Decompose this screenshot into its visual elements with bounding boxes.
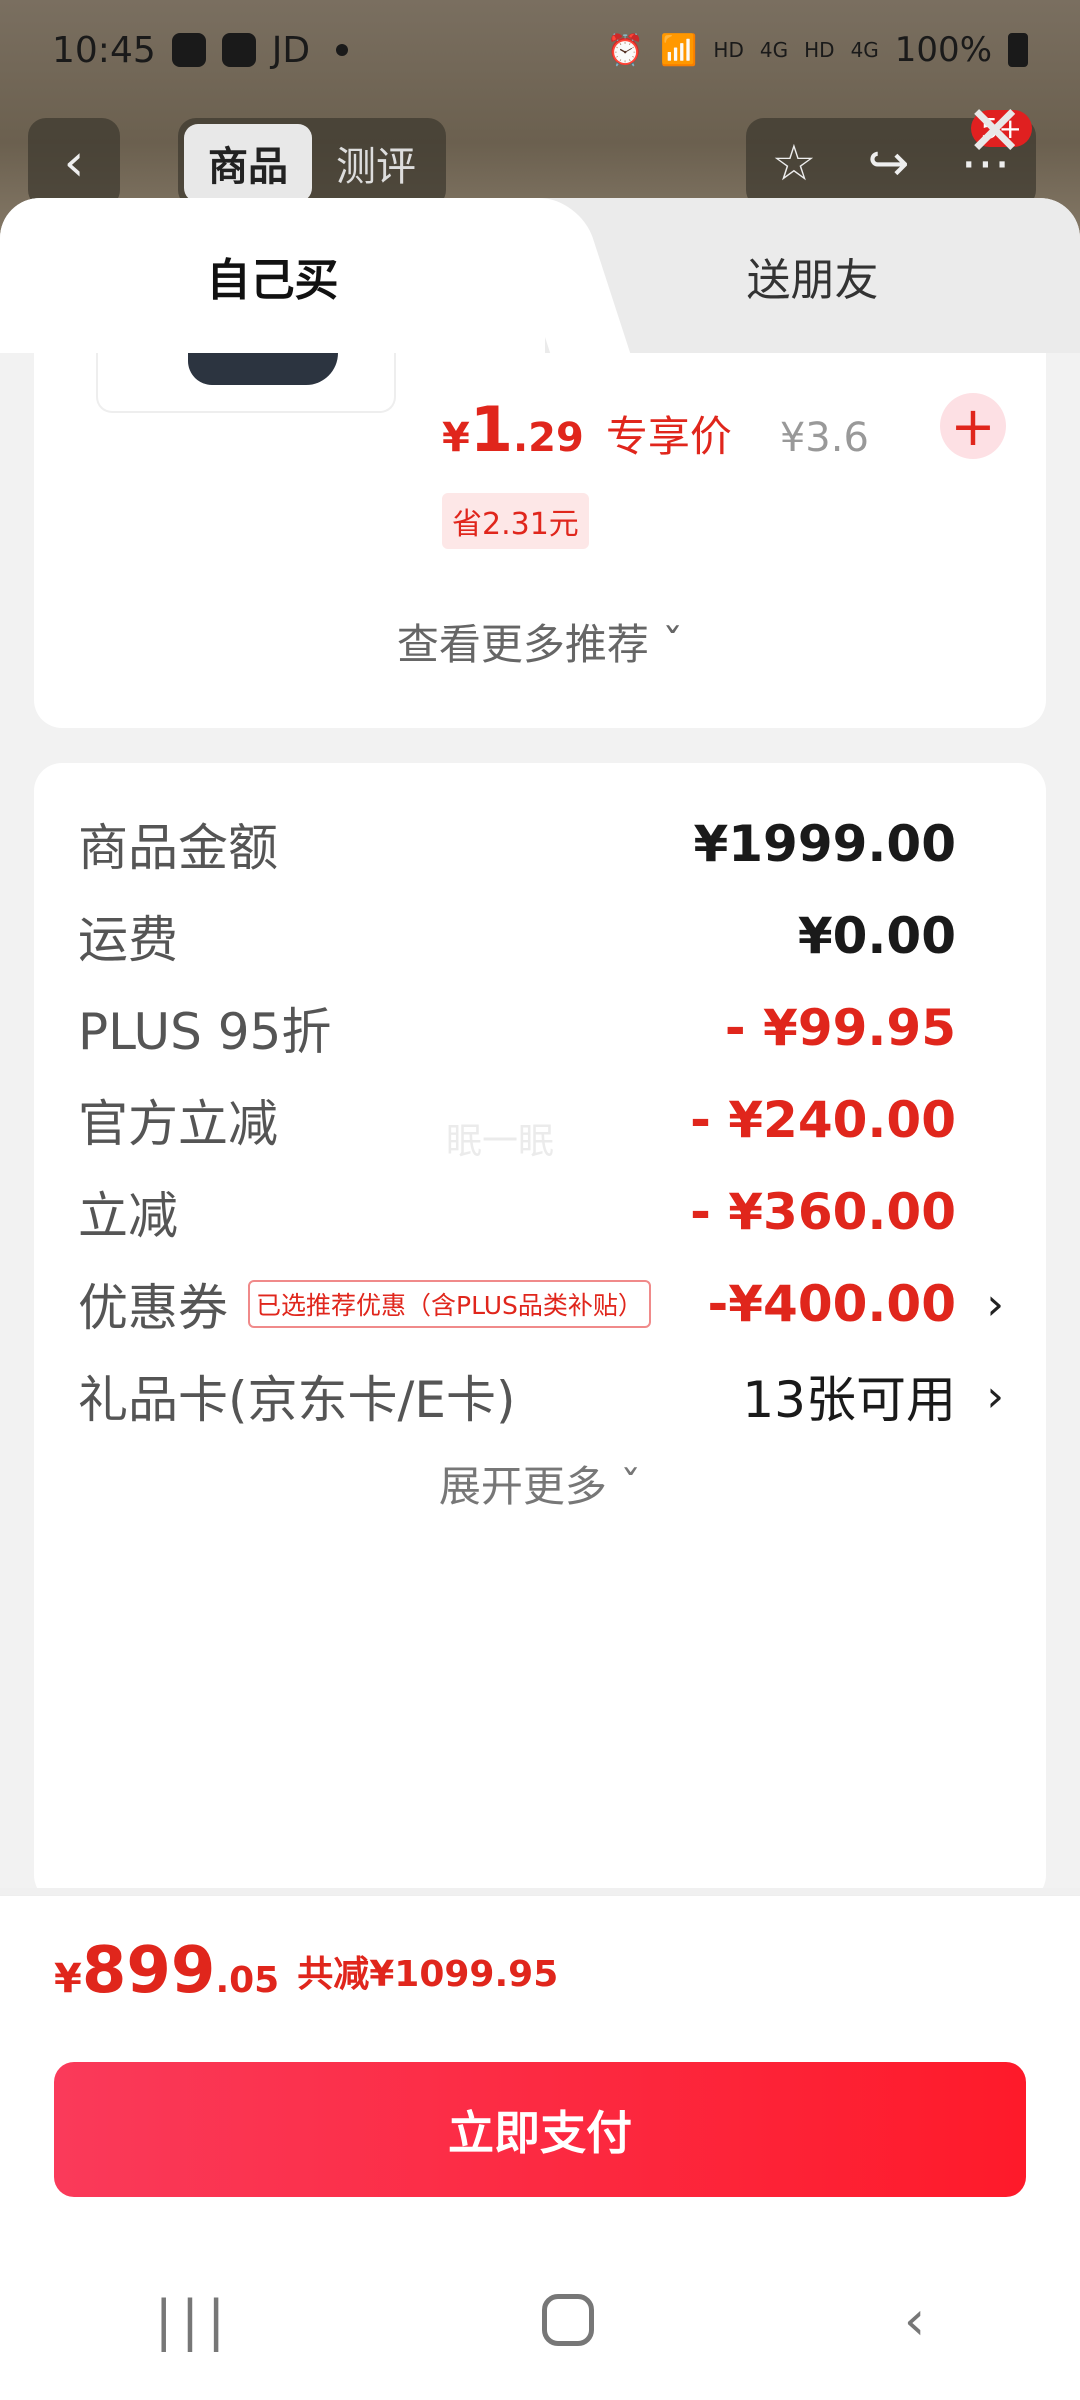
summary-value: - ¥99.95 bbox=[724, 999, 956, 1057]
screen: 10:45 JD ⏰ 📶 HD 4G HD 4G 100% ‹ 商品 测评 ☆ … bbox=[0, 0, 1080, 2400]
notification-icon bbox=[171, 33, 206, 67]
original-price: ¥3.6 bbox=[779, 415, 869, 461]
summary-value: - ¥360.00 bbox=[690, 1183, 956, 1241]
wifi-icon: 📶 bbox=[660, 32, 698, 68]
system-back-icon[interactable]: ‹ bbox=[904, 2289, 926, 2352]
watermark: 眠一眠 bbox=[446, 1121, 555, 1162]
alarm-icon: ⏰ bbox=[606, 32, 645, 68]
summary-row-goods-amount: 商品金额 ¥1999.00 bbox=[78, 799, 956, 889]
network-label-2: HD bbox=[804, 38, 835, 62]
recommend-price: ¥1.29 bbox=[442, 393, 584, 466]
signal-type-1: 4G bbox=[759, 38, 789, 62]
total-yen: ¥ bbox=[54, 1955, 82, 2002]
recommend-price-row: ¥1.29 专享价 ¥3.6 bbox=[442, 393, 869, 466]
summary-row-instant-discount: 立减 - ¥360.00 bbox=[78, 1167, 956, 1257]
chevron-right-icon: › bbox=[986, 1278, 1004, 1330]
dot-icon bbox=[336, 44, 349, 56]
coupon-tag: 已选推荐优惠（含PLUS品类补贴） bbox=[248, 1280, 651, 1328]
summary-label: 礼品卡(京东卡/E卡) bbox=[78, 1371, 516, 1429]
chevron-right-icon: › bbox=[986, 1370, 1004, 1422]
summary-label: 优惠券 bbox=[78, 1279, 228, 1337]
summary-value: ¥1999.00 bbox=[693, 815, 956, 873]
plus-icon: + bbox=[950, 394, 996, 458]
add-to-cart-button[interactable]: + bbox=[940, 393, 1006, 459]
summary-row-coupon[interactable]: 优惠券 已选推荐优惠（含PLUS品类补贴） -¥400.00 › bbox=[78, 1259, 1004, 1349]
total-int: 899 bbox=[81, 1933, 216, 2008]
tab-buy-for-self[interactable]: 自己买 bbox=[0, 198, 545, 353]
recent-apps-icon[interactable]: ||| bbox=[155, 2289, 234, 2352]
summary-row-shipping: 运费 ¥0.00 bbox=[78, 891, 956, 981]
sheet-tabs: 自己买 送朋友 bbox=[0, 198, 1080, 353]
summary-value: ¥0.00 bbox=[797, 907, 956, 965]
close-icon[interactable]: ✕ bbox=[965, 96, 1024, 166]
order-total-bar: ¥899.05 共减¥1099.95 bbox=[0, 1895, 1080, 2045]
pay-area: 立即支付 ||| ‹ bbox=[0, 2045, 1080, 2400]
recommend-card: ¥1.29 专享价 ¥3.6 + 省2.31元 查看更多推荐 ˇ bbox=[34, 353, 1046, 728]
price-int: 1 bbox=[469, 393, 513, 466]
total-amount: ¥899.05 bbox=[54, 1934, 279, 2008]
home-icon[interactable] bbox=[542, 2294, 595, 2346]
summary-label: 立减 bbox=[78, 1187, 178, 1245]
share-icon[interactable]: ↪ bbox=[867, 134, 909, 192]
save-amount-tag: 省2.31元 bbox=[442, 493, 589, 549]
summary-row-plus-discount: PLUS 95折 - ¥99.95 bbox=[78, 983, 956, 1073]
price-yen: ¥ bbox=[442, 415, 470, 461]
exclusive-price-label: 专享价 bbox=[605, 412, 732, 461]
summary-label: PLUS 95折 bbox=[78, 1003, 332, 1061]
price-dec: .29 bbox=[512, 415, 584, 461]
summary-row-gift-card[interactable]: 礼品卡(京东卡/E卡) 13张可用 › bbox=[78, 1351, 1004, 1441]
battery-percent: 100% bbox=[894, 30, 992, 70]
more-recommendations-link[interactable]: 查看更多推荐 ˇ bbox=[34, 611, 1046, 672]
tab-review[interactable]: 测评 bbox=[312, 124, 440, 202]
tab-buy-for-self-label: 自己买 bbox=[206, 254, 339, 306]
expand-more-link[interactable]: 展开更多 ˇ bbox=[34, 1453, 1046, 1514]
back-icon: ‹ bbox=[63, 133, 85, 193]
top-nav: ‹ 商品 测评 ☆ ↪ ⋯ 5+ bbox=[0, 110, 1080, 208]
price-summary-card: 商品金额 ¥1999.00 运费 ¥0.00 PLUS 95折 - ¥99.95… bbox=[34, 763, 1046, 1888]
summary-value: -¥400.00 bbox=[707, 1275, 957, 1333]
system-nav-bar: ||| ‹ bbox=[0, 2260, 1080, 2380]
tab-product[interactable]: 商品 bbox=[184, 124, 312, 202]
wechat-icon bbox=[221, 33, 256, 67]
summary-value: - ¥240.00 bbox=[690, 1091, 956, 1149]
back-button[interactable]: ‹ bbox=[28, 118, 120, 208]
pay-now-button[interactable]: 立即支付 bbox=[54, 2062, 1026, 2197]
tab-gift-to-friend-label: 送朋友 bbox=[746, 254, 879, 306]
star-icon[interactable]: ☆ bbox=[772, 134, 817, 192]
tab-gift-to-friend[interactable]: 送朋友 bbox=[545, 198, 1080, 353]
nav-tabs: 商品 测评 bbox=[178, 118, 446, 208]
status-left: 10:45 JD bbox=[52, 29, 349, 71]
summary-value: 13张可用 bbox=[742, 1371, 956, 1429]
jd-label: JD bbox=[271, 29, 311, 71]
signal-type-2: 4G bbox=[850, 38, 879, 62]
summary-label: 商品金额 bbox=[78, 819, 278, 877]
total-dec: .05 bbox=[215, 1959, 280, 2001]
total-saved: 共减¥1099.95 bbox=[297, 1953, 559, 1995]
product-image bbox=[188, 353, 338, 385]
battery-icon bbox=[1008, 33, 1028, 67]
status-bar: 10:45 JD ⏰ 📶 HD 4G HD 4G 100% bbox=[0, 0, 1080, 100]
summary-label: 运费 bbox=[78, 911, 178, 969]
status-right: ⏰ 📶 HD 4G HD 4G 100% bbox=[607, 30, 1028, 70]
clock: 10:45 bbox=[52, 29, 156, 71]
checkout-sheet: 自己买 送朋友 ¥1.29 专享价 ¥3.6 + 省2.31元 查看更多推荐 ˇ bbox=[0, 198, 1080, 1888]
summary-label: 官方立减 bbox=[78, 1095, 278, 1153]
product-thumbnail[interactable] bbox=[96, 353, 396, 413]
network-label-1: HD bbox=[713, 38, 744, 62]
